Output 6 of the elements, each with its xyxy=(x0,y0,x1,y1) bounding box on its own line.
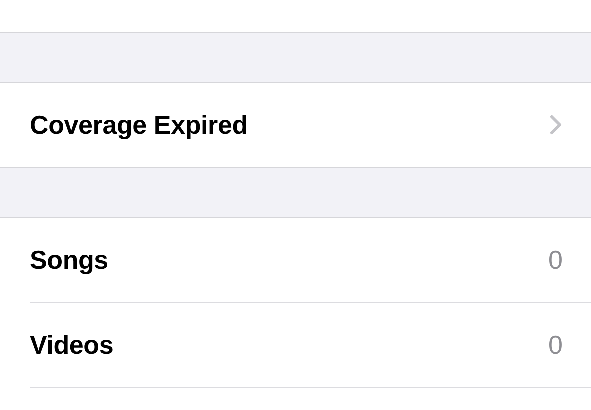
row-label: Songs xyxy=(30,244,110,276)
row-label: Videos xyxy=(30,330,115,360)
row-label: Coverage Expired xyxy=(30,110,249,140)
row-value: 0 xyxy=(548,330,563,360)
row-value: 0 xyxy=(548,244,563,276)
chevron-icon[interactable] xyxy=(549,114,563,136)
